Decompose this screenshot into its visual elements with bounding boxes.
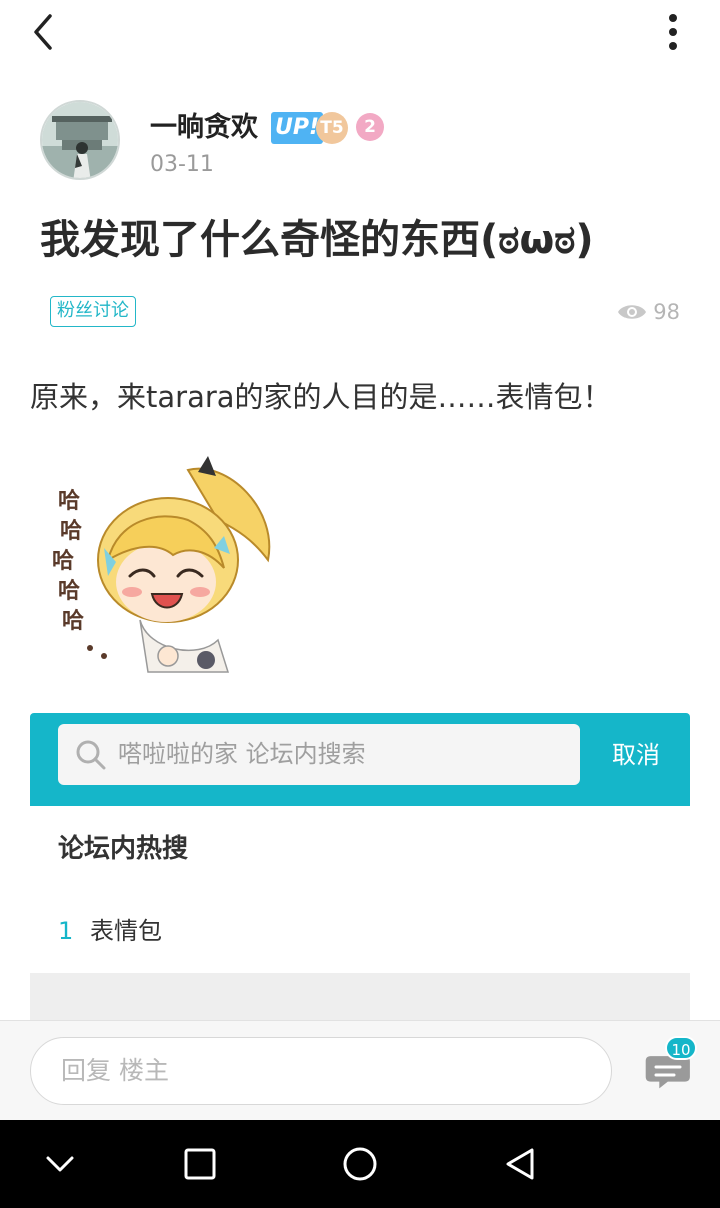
embedded-hot-rank: 1	[58, 917, 74, 945]
embedded-search-placeholder: 嗒啦啦的家 论坛内搜索	[118, 740, 366, 768]
embedded-hot-item: 表情包	[90, 917, 162, 945]
author-name[interactable]: 一晌贪欢	[150, 108, 258, 148]
eye-icon	[618, 305, 647, 319]
view-count-value: 98	[653, 300, 680, 324]
sticker-text-5: 哈	[62, 608, 84, 634]
sticker-text-3: 哈	[52, 548, 74, 574]
embedded-screenshot[interactable]: 嗒啦啦的家 论坛内搜索 取消 论坛内热搜 1 表情包	[30, 713, 690, 1020]
reply-input[interactable]: 回复 楼主	[30, 1037, 612, 1105]
back-triangle-icon[interactable]	[498, 1142, 542, 1186]
chevron-down-icon[interactable]	[38, 1142, 82, 1186]
sticker-image[interactable]: 哈 哈 哈 哈 哈	[48, 450, 280, 682]
embedded-search-box: 嗒啦啦的家 论坛内搜索	[58, 724, 580, 785]
embedded-cancel-label: 取消	[612, 741, 660, 769]
sticker-text-2: 哈	[60, 518, 82, 544]
home-icon[interactable]	[338, 1142, 382, 1186]
level-badge: T5	[316, 112, 348, 144]
post-date: 03-11	[150, 152, 214, 177]
recent-apps-icon[interactable]	[178, 1142, 222, 1186]
view-count: 98	[617, 296, 680, 328]
rank-badge: 2	[356, 113, 384, 141]
embedded-hot-search-title: 论坛内热搜	[58, 834, 189, 864]
embedded-divider	[30, 973, 690, 1020]
reply-bar: 回复 楼主	[0, 1020, 720, 1120]
topic-tag[interactable]: 粉丝讨论	[50, 296, 136, 327]
back-arrow-icon[interactable]	[22, 10, 66, 54]
avatar[interactable]	[40, 100, 120, 180]
post-title: 我发现了什么奇怪的东西(ಠωಠ)	[40, 217, 594, 263]
top-bar	[0, 0, 720, 66]
more-vertical-icon[interactable]	[664, 12, 682, 52]
search-icon	[76, 740, 106, 770]
laughing-girl-sticker: 哈 哈 哈 哈 哈	[52, 456, 271, 673]
embedded-search-bar: 嗒啦啦的家 论坛内搜索 取消	[30, 713, 690, 806]
system-nav-bar	[0, 1120, 720, 1208]
comment-count-badge: 10	[665, 1036, 697, 1060]
sticker-text-1: 哈	[58, 488, 80, 514]
post-page: 一晌贪欢 UP! T5 2 03-11 我发现了什么奇怪的东西(ಠωಠ) 粉丝讨…	[0, 0, 720, 1208]
sticker-text-4: 哈	[58, 578, 80, 604]
post-body-text: 原来，来tarara的家的人目的是……表情包！	[30, 380, 612, 414]
